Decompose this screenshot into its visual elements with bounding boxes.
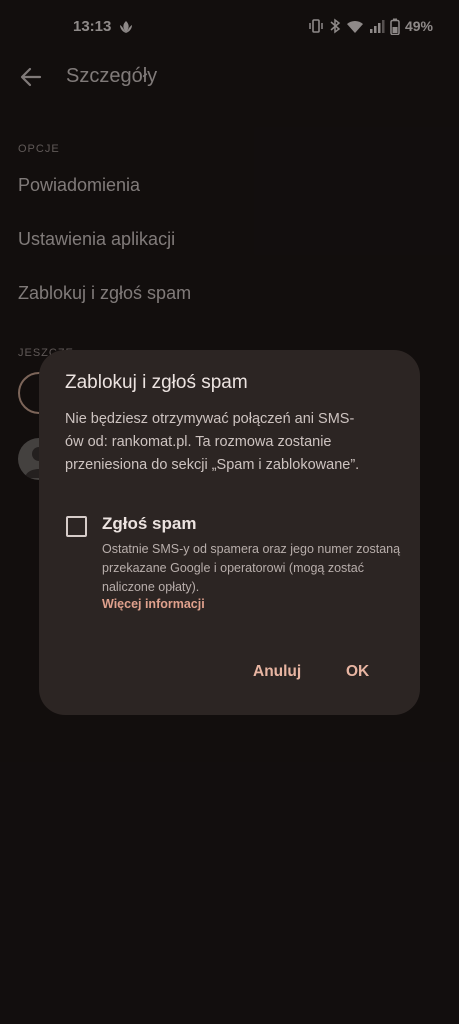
dialog-title: Zablokuj i zgłoś spam (65, 372, 248, 393)
block-spam-dialog: Zablokuj i zgłoś spam Nie będziesz otrzy… (39, 350, 420, 715)
dialog-message: Nie będziesz otrzymywać połączeń ani SMS… (65, 411, 360, 473)
more-info-link[interactable]: Więcej informacji (102, 597, 205, 611)
report-spam-description: Ostatnie SMS-y od spamera oraz jego nume… (102, 542, 401, 594)
ok-button[interactable]: OK (346, 663, 369, 681)
report-spam-label[interactable]: Zgłoś spam (102, 514, 196, 534)
report-spam-checkbox[interactable] (66, 516, 87, 537)
cancel-button[interactable]: Anuluj (253, 663, 301, 681)
